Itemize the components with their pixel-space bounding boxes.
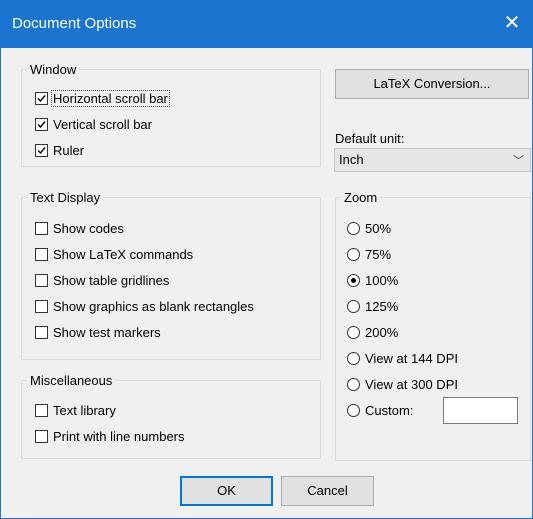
- default-unit-value: Inch: [339, 152, 364, 167]
- check-icon: [37, 120, 46, 128]
- checkbox-show-test-markers[interactable]: Show test markers: [35, 323, 161, 341]
- radio-button[interactable]: [347, 325, 360, 339]
- title-bar: Document Options ✕: [0, 0, 533, 48]
- radio-view-300-dpi[interactable]: View at 300 DPI: [347, 375, 458, 393]
- checkbox-print-line-numbers[interactable]: Print with line numbers: [35, 427, 185, 445]
- checkbox-horizontal-scroll-bar[interactable]: Horizontal scroll bar: [35, 89, 170, 107]
- ok-button[interactable]: OK: [180, 476, 273, 506]
- checkbox-label: Show LaTeX commands: [53, 246, 194, 262]
- radio-label: 200%: [365, 324, 399, 340]
- checkbox-text-library[interactable]: Text library: [35, 401, 116, 419]
- checkbox-show-table-gridlines[interactable]: Show table gridlines: [35, 271, 169, 289]
- radio-selected-dot: [351, 277, 356, 283]
- radio-label: Custom:: [365, 402, 414, 418]
- checkbox-show-graphics-blank[interactable]: Show graphics as blank rectangles: [35, 297, 254, 315]
- misc-legend: Miscellaneous: [30, 373, 113, 388]
- checkbox-label: Show table gridlines: [53, 272, 170, 288]
- radio-label: View at 300 DPI: [365, 376, 458, 392]
- text-display-legend: Text Display: [30, 190, 101, 205]
- checkbox-label: Ruler: [53, 142, 85, 158]
- checkbox-box[interactable]: [35, 325, 48, 339]
- checkbox-box[interactable]: [35, 247, 48, 261]
- checkbox-ruler[interactable]: Ruler: [35, 141, 84, 159]
- dialog-title: Document Options: [12, 15, 137, 32]
- checkbox-box[interactable]: [35, 299, 48, 313]
- radio-custom[interactable]: Custom:: [347, 401, 413, 419]
- radio-label: 125%: [365, 298, 399, 314]
- radio-button[interactable]: [347, 377, 360, 391]
- checkbox-show-latex-commands[interactable]: Show LaTeX commands: [35, 245, 193, 263]
- radio-label: View at 144 DPI: [365, 350, 458, 366]
- radio-label: 100%: [365, 272, 399, 288]
- checkbox-label: Show test markers: [53, 324, 161, 340]
- radio-zoom-200[interactable]: 200%: [347, 323, 398, 341]
- checkbox-show-codes[interactable]: Show codes: [35, 219, 124, 237]
- window-group-legend: Window: [30, 62, 77, 77]
- radio-button[interactable]: [347, 403, 360, 417]
- chevron-down-icon: ﹀: [513, 155, 524, 167]
- checkbox-vertical-scroll-bar[interactable]: Vertical scroll bar: [35, 115, 152, 133]
- radio-label: 75%: [365, 246, 392, 262]
- cancel-button[interactable]: Cancel: [281, 476, 374, 506]
- checkbox-label: Text library: [53, 402, 116, 418]
- radio-zoom-125[interactable]: 125%: [347, 297, 398, 315]
- radio-label: 50%: [365, 220, 392, 236]
- radio-zoom-100[interactable]: 100%: [347, 271, 398, 289]
- checkbox-box[interactable]: [35, 429, 48, 443]
- zoom-legend: Zoom: [344, 190, 378, 205]
- check-icon: [37, 146, 46, 154]
- dialog-body: Window Horizontal scroll bar Vertical sc…: [1, 48, 532, 518]
- check-icon: [37, 94, 46, 102]
- checkbox-box[interactable]: [35, 403, 48, 417]
- checkbox-box[interactable]: [35, 273, 48, 287]
- latex-conversion-button[interactable]: LaTeX Conversion...: [335, 69, 529, 99]
- checkbox-label: Show graphics as blank rectangles: [53, 298, 254, 314]
- radio-button[interactable]: [347, 351, 360, 365]
- radio-zoom-50[interactable]: 50%: [347, 219, 391, 237]
- custom-zoom-input[interactable]: [443, 397, 518, 424]
- radio-button[interactable]: [347, 273, 360, 287]
- checkbox-label: Vertical scroll bar: [53, 116, 152, 132]
- checkbox-box[interactable]: [35, 91, 48, 105]
- checkbox-box[interactable]: [35, 117, 48, 131]
- radio-button[interactable]: [347, 299, 360, 313]
- default-unit-label: Default unit:: [335, 131, 405, 146]
- checkbox-label: Horizontal scroll bar: [51, 89, 170, 107]
- radio-button[interactable]: [347, 247, 360, 261]
- close-icon[interactable]: ✕: [497, 8, 527, 38]
- checkbox-label: Show codes: [53, 220, 124, 236]
- radio-button[interactable]: [347, 221, 360, 235]
- radio-view-144-dpi[interactable]: View at 144 DPI: [347, 349, 458, 367]
- checkbox-label: Print with line numbers: [53, 428, 185, 444]
- checkbox-box[interactable]: [35, 143, 48, 157]
- checkbox-box[interactable]: [35, 221, 48, 235]
- radio-zoom-75[interactable]: 75%: [347, 245, 391, 263]
- default-unit-select[interactable]: Inch ﹀: [334, 148, 531, 172]
